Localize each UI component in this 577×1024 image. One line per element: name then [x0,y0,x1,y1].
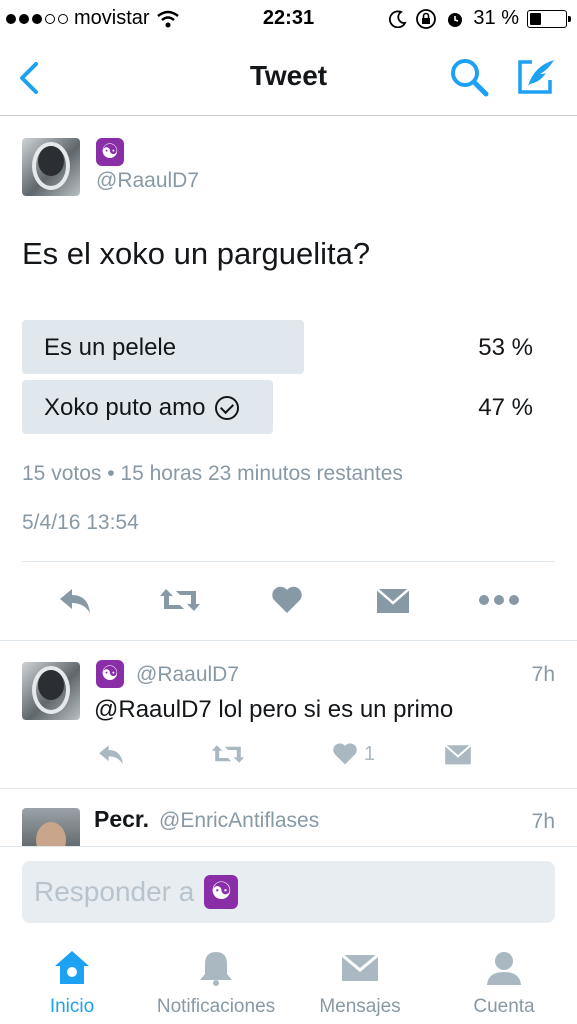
reply-text: @RaaulD7 lol pero si es un primo [94,696,454,723]
compose-icon[interactable] [514,56,558,98]
yin-yang-icon: ☯ [96,138,124,166]
rotation-lock-icon [416,8,437,29]
yin-yang-icon: ☯ [96,660,124,688]
moon-icon [389,10,407,28]
poll-option: Es un pelele 53 % [22,320,555,374]
like-button[interactable]: 1 [332,742,375,766]
avatar[interactable] [22,138,80,196]
divider [22,561,555,562]
reply-icon[interactable] [56,585,94,615]
reply-input[interactable]: Responder a ☯ [22,861,555,923]
reply-bar: Responder a ☯ [0,846,577,938]
avatar[interactable] [22,662,80,720]
more-icon[interactable] [478,590,520,610]
tab-notifications[interactable]: Notificaciones [144,948,288,1018]
yin-yang-icon: ☯ [204,875,239,909]
tab-home[interactable]: Inicio [0,948,144,1018]
tab-label: Cuenta [473,996,535,1017]
reply-handle[interactable]: @EnricAntiflases [159,809,319,833]
reply-time: 7h [531,810,555,833]
alarm-icon [448,12,463,27]
battery-icon [527,9,571,28]
check-circle-icon [215,396,240,420]
like-count: 1 [364,742,376,765]
divider [0,640,577,641]
message-icon[interactable] [443,742,473,766]
tab-label: Notificaciones [156,996,276,1017]
retweet-icon[interactable] [210,742,246,766]
reply-icon[interactable] [96,742,126,766]
reply-placeholder: Responder a [34,876,195,907]
message-icon[interactable] [375,585,411,615]
reply-author-name[interactable]: Pecr. [94,806,149,833]
search-icon[interactable] [448,56,490,98]
divider [0,788,577,789]
envelope-icon [341,953,379,981]
home-icon [55,951,89,984]
bell-icon [200,952,232,986]
tab-messages[interactable]: Mensajes [288,948,432,1018]
poll-percent: 47 % [478,394,533,421]
poll-option: Xoko puto amo 47 % [22,380,555,434]
like-icon [333,743,357,765]
tab-label: Mensajes [319,996,401,1017]
tweet-handle[interactable]: @RaaulD7 [96,169,199,193]
retweet-icon[interactable] [158,585,202,615]
poll-option-label: Es un pelele [44,334,177,361]
tab-account[interactable]: Cuenta [432,948,576,1018]
poll-meta: 15 votos • 15 horas 23 minutos restantes [22,462,403,485]
tweet-text: Es el xoko un parguelita? [22,236,371,271]
nav-bar: Tweet [0,40,577,116]
reply-time: 7h [531,663,555,686]
tab-bar: Inicio Notificaciones Mensajes Cuenta [0,938,577,1024]
person-icon [487,952,521,985]
page-title: Tweet [249,60,328,91]
reply-handle[interactable]: @RaaulD7 [136,663,239,687]
battery-percent: 31 % [473,7,519,29]
poll-percent: 53 % [478,334,533,361]
poll-option-label: Xoko puto amo [44,394,206,421]
status-bar: movistar 22:31 31 % [0,0,577,40]
tweet-date: 5/4/16 13:54 [22,511,139,534]
like-icon[interactable] [271,585,303,615]
tab-label: Inicio [49,996,95,1017]
